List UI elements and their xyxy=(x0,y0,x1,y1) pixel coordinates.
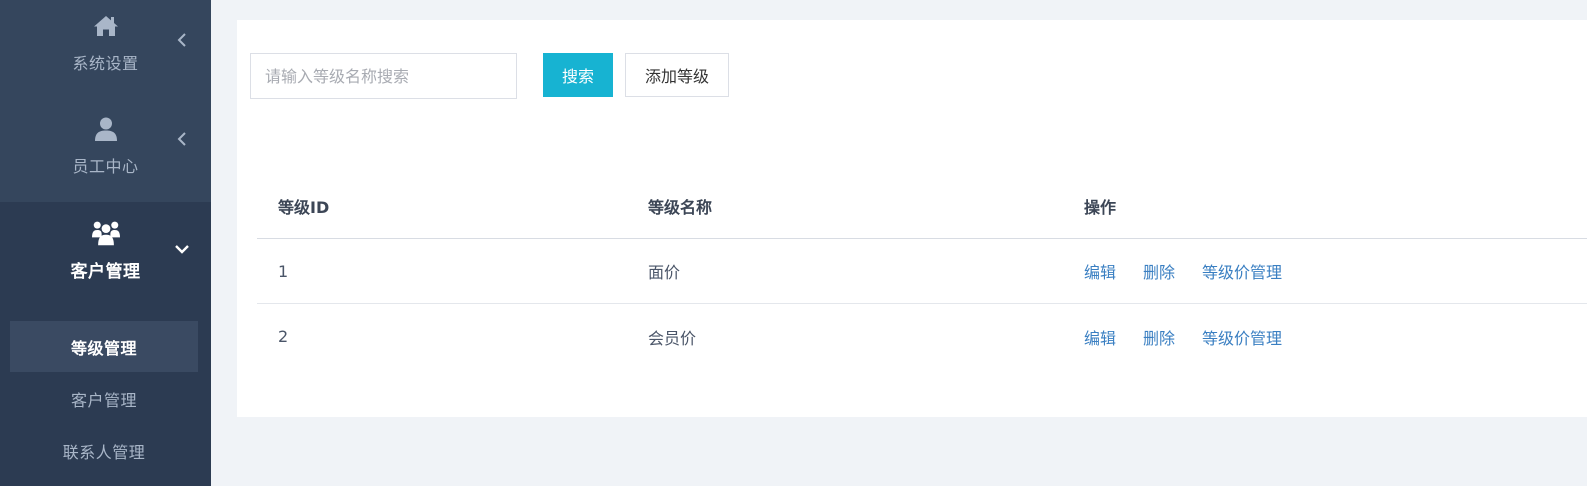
level-table: 等级ID 等级名称 操作 1 面价 编辑 删除 等级价管理 2 会员价 编辑 删… xyxy=(257,174,1587,369)
sidebar-group-label: 员工中心 xyxy=(72,157,139,176)
sidebar-group-staff-center[interactable]: 员工中心 xyxy=(0,99,211,202)
sidebar-group-label: 客户管理 xyxy=(70,262,141,282)
search-button[interactable]: 搜索 xyxy=(543,53,613,97)
cell-level-id: 1 xyxy=(278,261,289,281)
table-row: 2 会员价 编辑 删除 等级价管理 xyxy=(257,304,1587,369)
level-price-management-link[interactable]: 等级价管理 xyxy=(1202,325,1282,349)
cell-level-name: 面价 xyxy=(648,263,681,282)
sidebar-item-level-management[interactable]: 等级管理 xyxy=(10,321,198,372)
chevron-down-icon xyxy=(175,242,189,256)
sidebar-group-system-settings[interactable]: 系统设置 xyxy=(0,0,211,99)
sidebar-item-customer-management[interactable]: 客户管理 xyxy=(10,373,198,424)
sidebar: 系统设置 员工中心 客户管理 等级管理 客户管理 联系人管理 xyxy=(0,0,211,486)
content-card: 搜索 添加等级 等级ID 等级名称 操作 1 面价 编辑 删除 等级价管理 2 … xyxy=(237,20,1587,417)
level-price-management-link[interactable]: 等级价管理 xyxy=(1202,259,1282,283)
users-icon xyxy=(91,219,120,247)
column-header-name: 等级名称 xyxy=(648,198,713,217)
cell-actions: 编辑 删除 等级价管理 xyxy=(1084,304,1309,369)
user-icon xyxy=(92,115,120,143)
add-level-button[interactable]: 添加等级 xyxy=(625,53,729,97)
delete-link[interactable]: 删除 xyxy=(1143,325,1175,349)
delete-link[interactable]: 删除 xyxy=(1143,259,1175,283)
column-header-actions: 操作 xyxy=(1084,198,1117,217)
search-input[interactable] xyxy=(250,53,517,99)
chevron-left-icon xyxy=(175,132,189,146)
sidebar-group-label: 系统设置 xyxy=(72,54,139,73)
edit-link[interactable]: 编辑 xyxy=(1084,259,1116,283)
chevron-left-icon xyxy=(175,33,189,47)
table-row: 1 面价 编辑 删除 等级价管理 xyxy=(257,239,1587,304)
column-header-id: 等级ID xyxy=(278,198,330,217)
home-icon xyxy=(92,12,120,40)
cell-level-name: 会员价 xyxy=(648,328,697,348)
edit-link[interactable]: 编辑 xyxy=(1084,325,1116,349)
sidebar-item-contact-management[interactable]: 联系人管理 xyxy=(10,425,198,476)
cell-level-id: 2 xyxy=(278,327,289,346)
cell-actions: 编辑 删除 等级价管理 xyxy=(1084,239,1309,303)
app-root: 系统设置 员工中心 客户管理 等级管理 客户管理 联系人管理 请输入等级名称搜索… xyxy=(0,0,1587,486)
table-header: 等级ID 等级名称 操作 xyxy=(257,174,1587,239)
